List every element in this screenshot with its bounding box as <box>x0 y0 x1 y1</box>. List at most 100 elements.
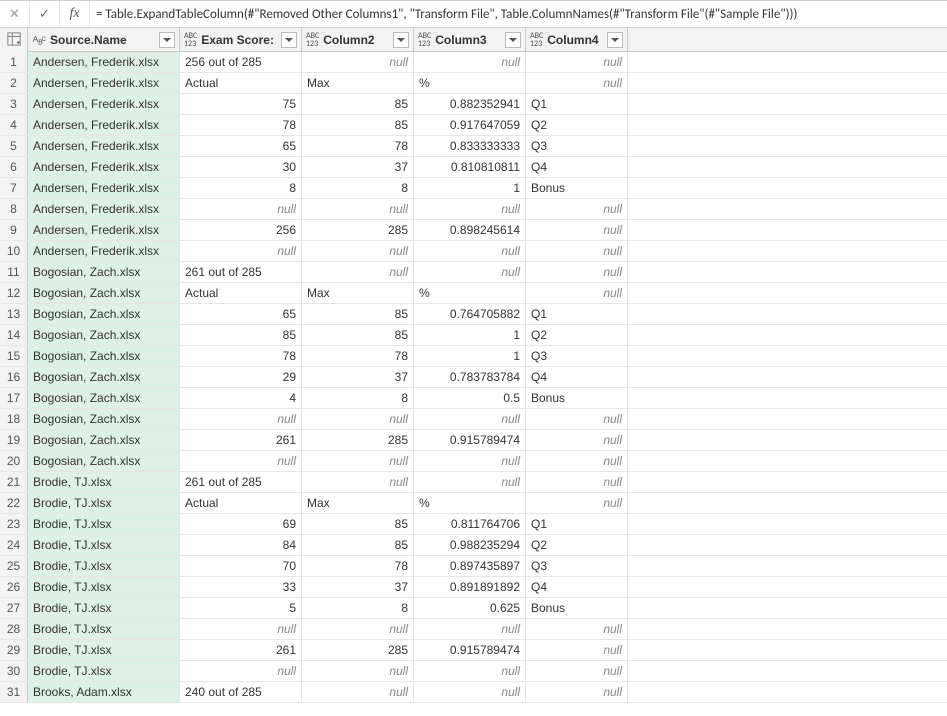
table-row[interactable]: 23Brodie, TJ.xlsx69850.811764706Q1 <box>0 514 947 535</box>
row-number[interactable]: 22 <box>0 493 28 513</box>
cell[interactable]: 78 <box>180 115 302 135</box>
cell[interactable]: 65 <box>180 136 302 156</box>
cell[interactable]: 261 out of 285 <box>180 472 302 492</box>
cell-source-name[interactable]: Brodie, TJ.xlsx <box>28 640 180 660</box>
row-number[interactable]: 14 <box>0 325 28 345</box>
cell[interactable]: 29 <box>180 367 302 387</box>
cell[interactable]: Bonus <box>526 388 628 408</box>
cell[interactable]: 33 <box>180 577 302 597</box>
table-row[interactable]: 22Brodie, TJ.xlsxActualMax%null <box>0 493 947 514</box>
cell[interactable]: 256 <box>180 220 302 240</box>
filter-dropdown-button[interactable] <box>393 32 409 48</box>
table-row[interactable]: 9Andersen, Frederik.xlsx2562850.89824561… <box>0 220 947 241</box>
cell-source-name[interactable]: Bogosian, Zach.xlsx <box>28 325 180 345</box>
cell[interactable]: 285 <box>302 220 414 240</box>
cell-source-name[interactable]: Bogosian, Zach.xlsx <box>28 451 180 471</box>
cell[interactable]: Q2 <box>526 325 628 345</box>
table-row[interactable]: 15Bogosian, Zach.xlsx78781Q3 <box>0 346 947 367</box>
cell[interactable]: null <box>526 493 628 513</box>
cell[interactable]: null <box>302 619 414 639</box>
row-number[interactable]: 30 <box>0 661 28 681</box>
cell[interactable]: Q4 <box>526 367 628 387</box>
cell[interactable]: 85 <box>180 325 302 345</box>
row-number[interactable]: 21 <box>0 472 28 492</box>
cell[interactable]: Q2 <box>526 115 628 135</box>
column-header-source-name[interactable]: ABC Source.Name <box>28 28 180 51</box>
cell-source-name[interactable]: Brooks, Adam.xlsx <box>28 682 180 702</box>
table-row[interactable]: 5Andersen, Frederik.xlsx65780.833333333Q… <box>0 136 947 157</box>
cell[interactable]: null <box>414 52 526 72</box>
cell[interactable]: null <box>302 409 414 429</box>
table-row[interactable]: 27Brodie, TJ.xlsx580.625Bonus <box>0 598 947 619</box>
cell[interactable]: null <box>414 619 526 639</box>
cell[interactable]: 0.915789474 <box>414 640 526 660</box>
cell[interactable]: null <box>526 241 628 261</box>
row-number[interactable]: 1 <box>0 52 28 72</box>
table-row[interactable]: 29Brodie, TJ.xlsx2612850.915789474null <box>0 640 947 661</box>
cell[interactable]: 0.783783784 <box>414 367 526 387</box>
cell-source-name[interactable]: Bogosian, Zach.xlsx <box>28 304 180 324</box>
cell-source-name[interactable]: Andersen, Frederik.xlsx <box>28 241 180 261</box>
cell[interactable]: 256 out of 285 <box>180 52 302 72</box>
cell[interactable]: 0.764705882 <box>414 304 526 324</box>
cell[interactable]: % <box>414 493 526 513</box>
cell[interactable]: 0.898245614 <box>414 220 526 240</box>
cell[interactable]: null <box>180 619 302 639</box>
cell-source-name[interactable]: Andersen, Frederik.xlsx <box>28 220 180 240</box>
column-header-column4[interactable]: ABC123 Column4 <box>526 28 628 51</box>
table-row[interactable]: 28Brodie, TJ.xlsxnullnullnullnull <box>0 619 947 640</box>
cell[interactable]: 85 <box>302 115 414 135</box>
cell[interactable]: 1 <box>414 346 526 366</box>
cell-source-name[interactable]: Andersen, Frederik.xlsx <box>28 178 180 198</box>
cell-source-name[interactable]: Andersen, Frederik.xlsx <box>28 199 180 219</box>
cell-source-name[interactable]: Brodie, TJ.xlsx <box>28 577 180 597</box>
cell[interactable]: null <box>526 199 628 219</box>
cell[interactable]: 85 <box>302 325 414 345</box>
cell-source-name[interactable]: Brodie, TJ.xlsx <box>28 535 180 555</box>
row-number[interactable]: 16 <box>0 367 28 387</box>
cell-source-name[interactable]: Brodie, TJ.xlsx <box>28 514 180 534</box>
cell[interactable]: 0.5 <box>414 388 526 408</box>
table-row[interactable]: 1Andersen, Frederik.xlsx256 out of 285nu… <box>0 52 947 73</box>
cell[interactable]: null <box>180 451 302 471</box>
row-number[interactable]: 17 <box>0 388 28 408</box>
cell[interactable]: null <box>414 241 526 261</box>
cell[interactable]: null <box>302 661 414 681</box>
cell[interactable]: 0.915789474 <box>414 430 526 450</box>
table-row[interactable]: 12Bogosian, Zach.xlsxActualMax%null <box>0 283 947 304</box>
cell[interactable]: 0.810810811 <box>414 157 526 177</box>
row-number[interactable]: 3 <box>0 94 28 114</box>
cell[interactable]: 261 <box>180 640 302 660</box>
cell[interactable]: Actual <box>180 283 302 303</box>
row-number[interactable]: 29 <box>0 640 28 660</box>
cell[interactable]: null <box>526 52 628 72</box>
table-row[interactable]: 24Brodie, TJ.xlsx84850.988235294Q2 <box>0 535 947 556</box>
table-row[interactable]: 11Bogosian, Zach.xlsx261 out of 285nulln… <box>0 262 947 283</box>
column-header-column2[interactable]: ABC123 Column2 <box>302 28 414 51</box>
cell[interactable]: null <box>526 619 628 639</box>
table-row[interactable]: 17Bogosian, Zach.xlsx480.5Bonus <box>0 388 947 409</box>
formula-cancel-button[interactable]: ✕ <box>0 1 30 27</box>
cell[interactable]: 37 <box>302 577 414 597</box>
cell[interactable]: 65 <box>180 304 302 324</box>
cell[interactable]: Q1 <box>526 514 628 534</box>
cell-source-name[interactable]: Bogosian, Zach.xlsx <box>28 346 180 366</box>
cell[interactable]: Max <box>302 493 414 513</box>
filter-dropdown-button[interactable] <box>159 32 175 48</box>
cell-source-name[interactable]: Brodie, TJ.xlsx <box>28 472 180 492</box>
cell[interactable]: 78 <box>180 346 302 366</box>
cell[interactable]: null <box>302 199 414 219</box>
cell[interactable]: 75 <box>180 94 302 114</box>
cell[interactable]: null <box>180 409 302 429</box>
cell[interactable]: null <box>526 661 628 681</box>
cell-source-name[interactable]: Andersen, Frederik.xlsx <box>28 157 180 177</box>
cell-source-name[interactable]: Brodie, TJ.xlsx <box>28 598 180 618</box>
cell[interactable]: null <box>526 451 628 471</box>
table-row[interactable]: 25Brodie, TJ.xlsx70780.897435897Q3 <box>0 556 947 577</box>
cell[interactable]: 78 <box>302 346 414 366</box>
cell[interactable]: null <box>414 409 526 429</box>
cell[interactable]: 37 <box>302 367 414 387</box>
table-row[interactable]: 31Brooks, Adam.xlsx240 out of 285nullnul… <box>0 682 947 703</box>
cell[interactable]: null <box>414 682 526 702</box>
filter-dropdown-button[interactable] <box>607 32 623 48</box>
